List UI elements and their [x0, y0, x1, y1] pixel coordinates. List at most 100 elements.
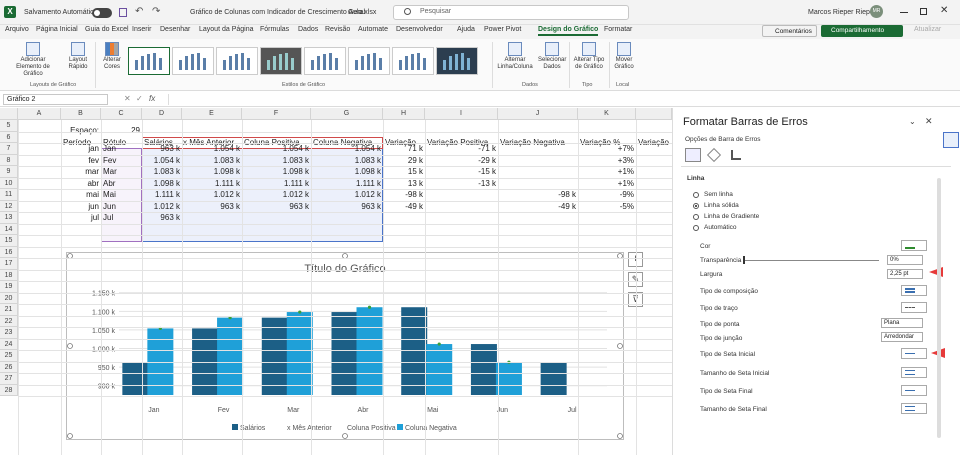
- table-cell[interactable]: 1.054 k: [242, 143, 311, 155]
- salarios-bar[interactable]: [331, 312, 358, 395]
- save-icon[interactable]: [119, 8, 127, 17]
- table-cell[interactable]: -15 k: [425, 166, 498, 178]
- col-header-k[interactable]: K: [578, 108, 636, 120]
- table-cell[interactable]: 1.098 k: [182, 166, 242, 178]
- chart-style-5[interactable]: [304, 47, 346, 75]
- table-cell[interactable]: Abr: [101, 178, 142, 190]
- table-cell[interactable]: mar: [61, 166, 101, 178]
- col-header-g[interactable]: G: [311, 108, 383, 120]
- tab-automate[interactable]: Automate: [358, 26, 388, 33]
- row-header[interactable]: 19: [0, 281, 18, 293]
- tab-formulas[interactable]: Fórmulas: [260, 26, 289, 33]
- table-cell[interactable]: -98 k: [498, 189, 578, 201]
- row-header[interactable]: 12: [0, 200, 18, 212]
- tab-inserir[interactable]: Inserir: [132, 26, 151, 33]
- function-icon[interactable]: fx: [149, 94, 155, 103]
- table-cell[interactable]: fev: [61, 155, 101, 167]
- tab-desenhar[interactable]: Desenhar: [160, 26, 190, 33]
- tab-formatar[interactable]: Formatar: [604, 26, 632, 33]
- add-chart-element-button[interactable]: Adicionar Elemento de Gráfico: [8, 42, 58, 78]
- coluna-positiva-bar[interactable]: [356, 307, 383, 395]
- chart-style-8[interactable]: [436, 47, 478, 75]
- cap-type-dropdown[interactable]: Plana: [881, 318, 923, 328]
- error-bar-marker[interactable]: [228, 316, 232, 320]
- table-cell[interactable]: 1.012 k: [142, 201, 182, 213]
- salarios-bar[interactable]: [470, 344, 497, 395]
- begin-arrow-size-dropdown[interactable]: [901, 367, 927, 378]
- table-cell[interactable]: Mar: [101, 166, 142, 178]
- compound-type-dropdown[interactable]: [901, 285, 927, 296]
- table-cell[interactable]: -98 k: [383, 189, 425, 201]
- chart-style-2[interactable]: [172, 47, 214, 75]
- coluna-negativa-bar[interactable]: [426, 344, 453, 395]
- pane-scrollbar[interactable]: [937, 178, 941, 438]
- table-cell[interactable]: 1.111 k: [311, 178, 383, 190]
- chart-style-7[interactable]: [392, 47, 434, 75]
- table-cell[interactable]: 1.054 k: [311, 143, 383, 155]
- col-header-i[interactable]: I: [425, 108, 498, 120]
- tab-pagina-inicial[interactable]: Página Inicial: [36, 26, 78, 33]
- row-header[interactable]: 17: [0, 258, 18, 270]
- row-header[interactable]: 21: [0, 304, 18, 316]
- minimize-icon[interactable]: [900, 12, 908, 13]
- radio-automatico[interactable]: [693, 225, 699, 231]
- switch-row-column-button[interactable]: Alternar Linha/Coluna: [496, 42, 534, 71]
- end-arrow-type-dropdown[interactable]: [901, 385, 927, 396]
- chart-style-1[interactable]: [128, 47, 170, 75]
- row-header[interactable]: 13: [0, 212, 18, 224]
- table-cell[interactable]: +7%: [578, 143, 636, 155]
- begin-arrow-type-dropdown[interactable]: [901, 348, 927, 359]
- transparency-slider-thumb[interactable]: [743, 256, 745, 264]
- color-picker[interactable]: [901, 240, 927, 251]
- row-header[interactable]: 8: [0, 154, 18, 166]
- row-header[interactable]: 16: [0, 246, 18, 258]
- undo-icon[interactable]: ↶: [135, 6, 143, 17]
- comments-button[interactable]: Comentários: [762, 25, 817, 37]
- row-header[interactable]: 25: [0, 350, 18, 362]
- share-button[interactable]: Compartilhamento: [821, 25, 903, 37]
- table-cell[interactable]: 1.083 k: [182, 155, 242, 167]
- table-cell[interactable]: 1.111 k: [142, 189, 182, 201]
- error-bar-options[interactable]: Opções de Barra de Erros: [685, 136, 761, 143]
- table-cell[interactable]: 1.111 k: [182, 178, 242, 190]
- pane-close-icon[interactable]: ✕: [925, 116, 933, 127]
- chart-style-3[interactable]: [216, 47, 258, 75]
- table-cell[interactable]: -29 k: [425, 155, 498, 167]
- search-input[interactable]: Pesquisar: [393, 5, 629, 20]
- bar-options-icon[interactable]: [731, 150, 741, 160]
- row-header[interactable]: 7: [0, 143, 18, 155]
- width-input[interactable]: 2,25 pt: [887, 269, 923, 279]
- tab-revisao[interactable]: Revisão: [325, 26, 350, 33]
- side-format-icon[interactable]: [943, 132, 959, 148]
- autosave-toggle[interactable]: [92, 8, 112, 18]
- table-cell[interactable]: 1.012 k: [242, 189, 311, 201]
- change-colors-button[interactable]: Alterar Cores: [99, 42, 125, 71]
- chart-style-6[interactable]: [348, 47, 390, 75]
- sensitivity-label[interactable]: Geral: [348, 9, 365, 16]
- select-data-button[interactable]: Selecionar Dados: [538, 42, 566, 71]
- salarios-bar[interactable]: [401, 307, 428, 395]
- table-cell[interactable]: 1.054 k: [182, 143, 242, 155]
- section-line[interactable]: Linha: [687, 175, 704, 182]
- row-header[interactable]: 5: [0, 120, 18, 132]
- tab-ajuda[interactable]: Ajuda: [457, 26, 475, 33]
- row-header[interactable]: 11: [0, 189, 18, 201]
- table-cell[interactable]: 1.012 k: [311, 189, 383, 201]
- row-header[interactable]: 20: [0, 292, 18, 304]
- tab-desenvolvedor[interactable]: Desenvolvedor: [396, 26, 443, 33]
- error-bar-marker[interactable]: [298, 310, 302, 314]
- table-cell[interactable]: +1%: [578, 166, 636, 178]
- table-cell[interactable]: Mai: [101, 189, 142, 201]
- coluna-positiva-bar[interactable]: [286, 312, 313, 395]
- row-header[interactable]: 27: [0, 373, 18, 385]
- table-cell[interactable]: 1.012 k: [182, 189, 242, 201]
- redo-icon[interactable]: ↷: [152, 6, 160, 17]
- error-bar-marker[interactable]: [367, 305, 372, 309]
- pane-collapse-icon[interactable]: ⌄: [909, 117, 916, 126]
- formula-input[interactable]: [168, 94, 956, 105]
- table-cell[interactable]: 1.083 k: [242, 155, 311, 167]
- quick-layout-button[interactable]: Layout Rápido: [64, 42, 92, 71]
- radio-linha-solida[interactable]: [693, 203, 699, 209]
- salarios-bar[interactable]: [261, 317, 288, 395]
- row-header[interactable]: 10: [0, 177, 18, 189]
